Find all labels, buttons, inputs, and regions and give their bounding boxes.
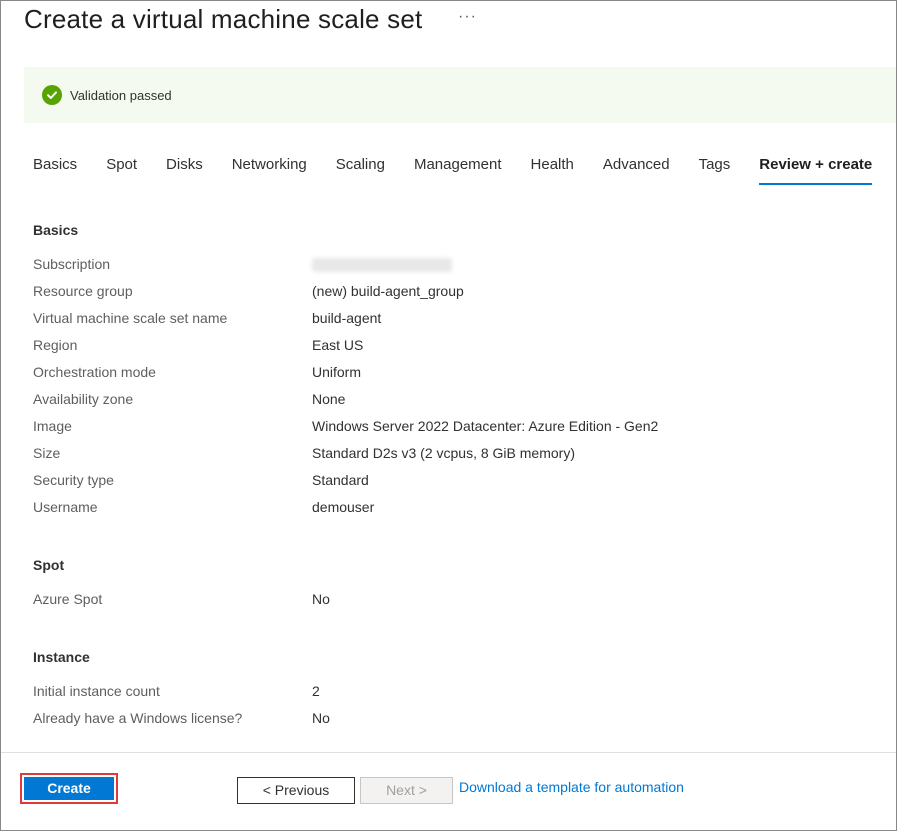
tab-spot[interactable]: Spot [106,156,137,186]
row-label: Initial instance count [33,683,160,699]
section-title-spot: Spot [33,557,65,573]
summary-row-size: Size Standard D2s v3 (2 vcpus, 8 GiB mem… [33,445,883,465]
row-label: Virtual machine scale set name [33,310,228,326]
summary-row-orchestration-mode: Orchestration mode Uniform [33,364,883,384]
summary-row-resource-group: Resource group (new) build-agent_group [33,283,883,303]
page-title: Create a virtual machine scale set [24,4,423,34]
summary-row-windows-license: Already have a Windows license? No [33,710,883,730]
tab-networking[interactable]: Networking [232,156,307,186]
row-value: demouser [312,499,375,515]
section-title-basics: Basics [33,222,79,238]
more-options-icon[interactable]: ··· [458,8,477,26]
tab-management[interactable]: Management [414,156,502,186]
row-value: build-agent [312,310,382,326]
summary-row-region: Region East US [33,337,883,357]
wizard-tabs: Basics Spot Disks Networking Scaling Man… [33,156,873,188]
subscription-redacted-value [312,256,452,275]
create-button[interactable]: Create [24,777,114,800]
summary-row-instance-count: Initial instance count 2 [33,683,883,703]
check-circle-icon [42,85,62,105]
row-value: Standard [312,472,369,488]
tab-health[interactable]: Health [531,156,574,186]
row-value: East US [312,337,364,353]
previous-button[interactable]: < Previous [237,777,355,804]
row-label: Username [33,499,98,515]
summary-row-username: Username demouser [33,499,883,519]
row-value: None [312,391,346,407]
row-label: Size [33,445,61,461]
row-value: 2 [312,683,320,699]
tab-review-create[interactable]: Review + create [759,156,873,186]
row-value: No [312,710,330,726]
row-label: Subscription [33,256,111,272]
row-label: Availability zone [33,391,134,407]
row-label: Resource group [33,283,133,299]
section-title-instance: Instance [33,649,90,665]
summary-row-scale-set-name: Virtual machine scale set name build-age… [33,310,883,330]
row-label: Orchestration mode [33,364,156,380]
next-button[interactable]: Next > [360,777,453,804]
summary-row-availability-zone: Availability zone None [33,391,883,411]
row-label: Security type [33,472,114,488]
tab-tags[interactable]: Tags [699,156,731,186]
summary-row-image: Image Windows Server 2022 Datacenter: Az… [33,418,883,438]
summary-row-azure-spot: Azure Spot No [33,591,883,611]
footer-divider [1,752,896,753]
tab-scaling[interactable]: Scaling [336,156,385,186]
row-label: Image [33,418,72,434]
row-value: Standard D2s v3 (2 vcpus, 8 GiB memory) [312,445,575,461]
row-label: Region [33,337,78,353]
row-value: Uniform [312,364,362,380]
summary-row-security-type: Security type Standard [33,472,883,492]
row-label: Azure Spot [33,591,103,607]
validation-text: Validation passed [70,87,172,103]
tab-basics[interactable]: Basics [33,156,77,186]
validation-banner: Validation passed [24,67,896,123]
summary-row-subscription: Subscription [33,256,883,276]
row-value: No [312,591,330,607]
blade-frame [0,0,897,831]
tab-advanced[interactable]: Advanced [603,156,670,186]
row-label: Already have a Windows license? [33,710,243,726]
row-value: (new) build-agent_group [312,283,464,299]
tab-disks[interactable]: Disks [166,156,203,186]
row-value: Windows Server 2022 Datacenter: Azure Ed… [312,418,659,434]
download-template-link[interactable]: Download a template for automation [459,779,684,795]
